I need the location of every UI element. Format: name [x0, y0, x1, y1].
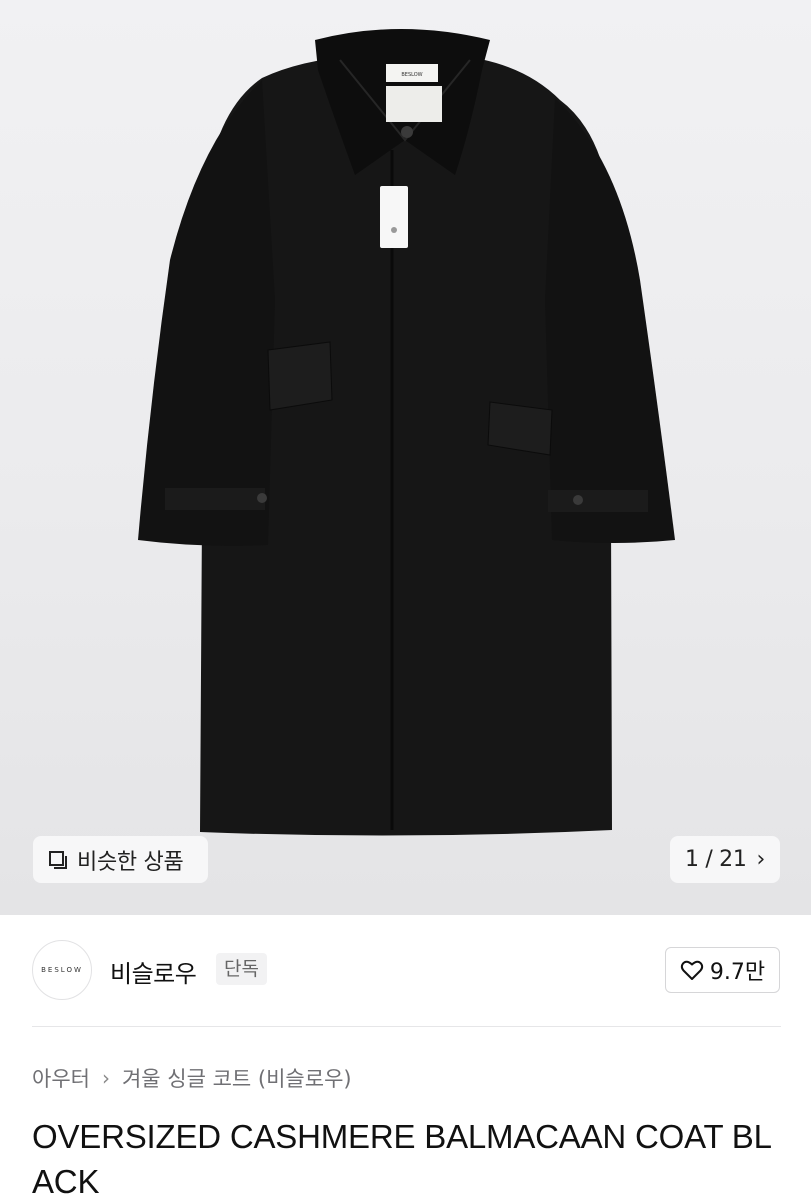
- heart-icon: [680, 960, 703, 980]
- brand-logo[interactable]: BESLOW: [32, 940, 92, 1000]
- brand-row: BESLOW 비슬로우 단독 9.7만: [0, 940, 811, 1002]
- exclusive-badge: 단독: [216, 953, 267, 985]
- breadcrumb-subcategory[interactable]: 겨울 싱글 코트 (비슬로우): [122, 1063, 352, 1093]
- chevron-right-icon: ›: [101, 1066, 110, 1090]
- product-title: OVERSIZED CASHMERE BALMACAAN COAT BLACK: [32, 1118, 772, 1200]
- chevron-right-icon: ›: [756, 847, 766, 872]
- similar-products-button[interactable]: 비슷한 상품: [33, 836, 208, 883]
- breadcrumb-category[interactable]: 아우터: [32, 1063, 90, 1093]
- brand-tag-text: BESLOW: [401, 72, 422, 78]
- similar-products-label: 비슷한 상품: [77, 849, 184, 875]
- like-button[interactable]: 9.7만: [665, 947, 780, 993]
- copy-icon: [49, 850, 67, 869]
- breadcrumb: 아우터 › 겨울 싱글 코트 (비슬로우): [32, 1063, 352, 1093]
- product-image-carousel[interactable]: BESLOW 비슷한 상품 1 / 21 ›: [0, 0, 811, 915]
- like-count: 9.7만: [709, 960, 766, 985]
- image-counter-button[interactable]: 1 / 21 ›: [670, 836, 780, 883]
- brand-logo-text: BESLOW: [41, 966, 83, 974]
- product-image: BESLOW: [138, 29, 675, 836]
- brand-name[interactable]: 비슬로우: [110, 954, 197, 989]
- image-counter: 1 / 21: [684, 847, 747, 872]
- divider: [32, 1026, 781, 1027]
